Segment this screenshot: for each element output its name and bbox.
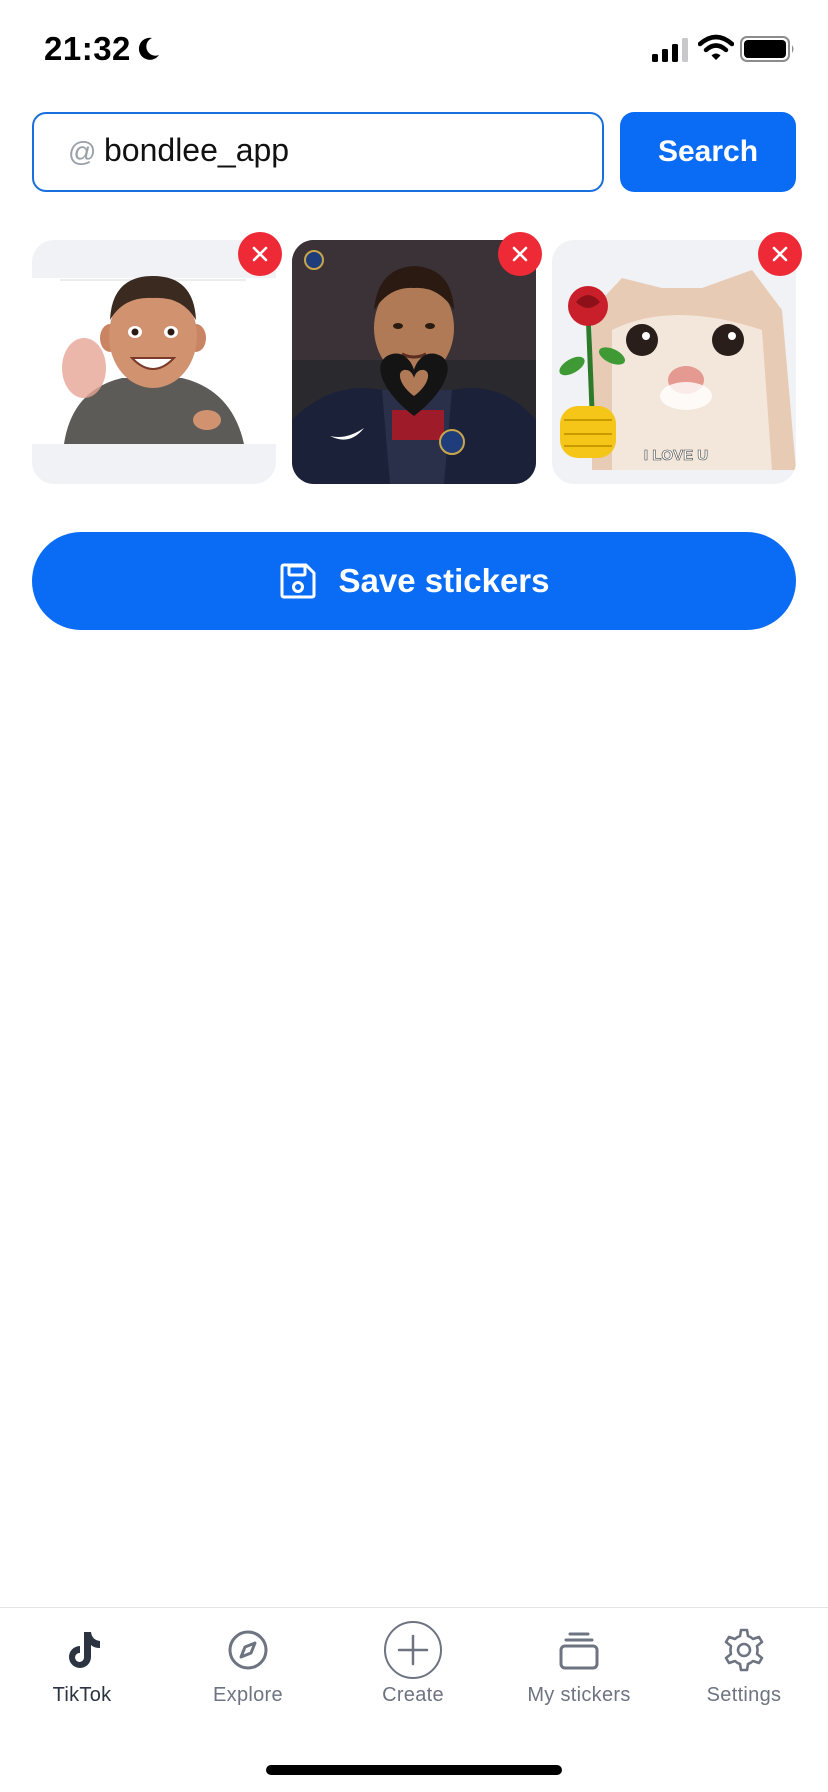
sticker-card-player[interactable]	[292, 240, 536, 484]
save-stickers-label: Save stickers	[338, 562, 550, 599]
cat-with-rose-sticker: I LOVE U	[559, 270, 796, 470]
plus-circle-icon	[384, 1621, 442, 1679]
tab-label-settings: Settings	[706, 1684, 782, 1706]
tab-label-explore: Explore	[213, 1684, 283, 1706]
search-input[interactable]: @ bondlee_app	[32, 112, 604, 192]
compass-icon	[228, 1630, 268, 1670]
sticker-caption: I LOVE U	[644, 447, 708, 464]
floppy-disk-icon	[280, 563, 316, 599]
close-icon	[512, 246, 528, 262]
tab-my-stickers[interactable]: My stickers	[499, 1608, 659, 1718]
tab-tiktok[interactable]: TikTok	[2, 1608, 162, 1718]
search-button[interactable]: Search	[620, 112, 796, 192]
remove-sticker-2-button[interactable]	[498, 232, 542, 276]
battery-icon	[740, 36, 794, 62]
tiktok-icon	[69, 1632, 100, 1668]
signal-icon	[652, 38, 688, 62]
save-stickers-button[interactable]: Save stickers	[32, 532, 796, 630]
home-indicator	[266, 1765, 562, 1775]
remove-sticker-3-button[interactable]	[758, 232, 802, 276]
close-icon	[252, 246, 268, 262]
moon-icon	[138, 37, 159, 60]
tab-settings[interactable]: Settings	[664, 1608, 824, 1718]
boy-waving-sticker	[32, 276, 276, 444]
remove-sticker-1-button[interactable]	[238, 232, 282, 276]
sticker-card-boy[interactable]	[32, 240, 276, 484]
status-bar: 21:32	[0, 0, 828, 100]
gear-icon	[724, 1628, 764, 1672]
football-player-heart-sticker	[292, 240, 536, 484]
tab-create[interactable]: Create	[333, 1608, 493, 1718]
at-sign-icon: @	[68, 136, 97, 167]
tab-label-create: Create	[382, 1684, 444, 1706]
stack-icon	[559, 1632, 599, 1670]
tab-label-tiktok: TikTok	[52, 1684, 112, 1706]
tab-explore[interactable]: Explore	[168, 1608, 328, 1718]
sticker-card-cat[interactable]: I LOVE U	[552, 240, 796, 484]
close-icon	[772, 246, 788, 262]
wifi-icon	[698, 34, 734, 60]
tab-label-my-stickers: My stickers	[527, 1684, 631, 1706]
status-time: 21:32	[44, 30, 131, 67]
search-input-value[interactable]: bondlee_app	[104, 132, 289, 169]
